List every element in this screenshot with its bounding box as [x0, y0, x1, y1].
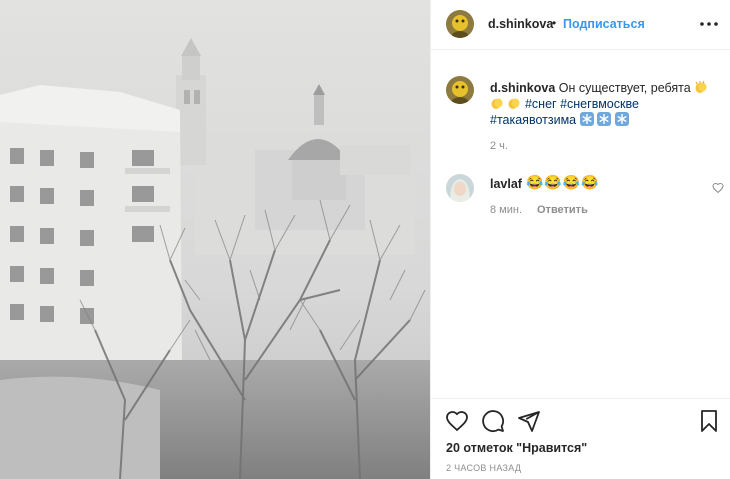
commenter-avatar[interactable] [446, 174, 474, 202]
snowflake-emoji [579, 112, 594, 126]
clapping-hands-emoji [491, 98, 503, 109]
clapping-hands-emoji [695, 80, 707, 93]
likes-count[interactable]: 20 отметок "Нравится" [446, 441, 587, 455]
snowy-city-photo [0, 0, 430, 479]
hashtag-link[interactable]: #снегвмоскве [560, 97, 639, 111]
commenter-username[interactable]: lavlaf [490, 177, 522, 191]
hashtag-link[interactable]: #такаявотзима [490, 113, 576, 127]
post-side-panel: d.shinkova • Подписаться d.shinkova Он с… [430, 0, 730, 479]
post-header: d.shinkova • Подписаться [431, 0, 730, 50]
post-photo[interactable] [0, 0, 430, 479]
header-separator: • [552, 16, 557, 30]
bookmark-icon[interactable] [697, 409, 721, 433]
clapping-hands-emoji [508, 98, 520, 109]
comment-item: lavlaf 😂😂😂😂 8 мин. Ответить [446, 174, 726, 224]
heart-icon[interactable] [445, 409, 469, 433]
instagram-post: d.shinkova • Подписаться d.shinkova Он с… [0, 0, 730, 479]
author-username[interactable]: d.shinkova [488, 17, 553, 31]
comment-heart-icon[interactable] [712, 182, 724, 194]
hashtag-link[interactable]: #снег [525, 97, 557, 111]
comment-text: 😂😂😂😂 [526, 174, 600, 190]
caption-body: Он существует, ребята [558, 81, 691, 95]
author-avatar[interactable] [446, 10, 474, 38]
comment-timestamp: 8 мин. [490, 204, 523, 216]
caption-username[interactable]: d.shinkova [490, 81, 555, 95]
caption-text: d.shinkova Он существует, ребята #снег #… [490, 80, 722, 128]
caption-avatar[interactable] [446, 76, 474, 104]
post-actions-bar [431, 398, 730, 442]
more-options-icon[interactable] [699, 12, 719, 36]
caption-timestamp: 2 ч. [490, 140, 508, 152]
comment-icon[interactable] [481, 409, 505, 433]
paper-plane-icon[interactable] [517, 409, 541, 433]
snowflake-emoji [614, 112, 629, 126]
reply-button[interactable]: Ответить [537, 204, 588, 216]
snowflake-emoji [597, 112, 612, 126]
post-age: 2 ЧАСОВ НАЗАД [446, 463, 522, 473]
follow-button[interactable]: Подписаться [563, 17, 645, 31]
